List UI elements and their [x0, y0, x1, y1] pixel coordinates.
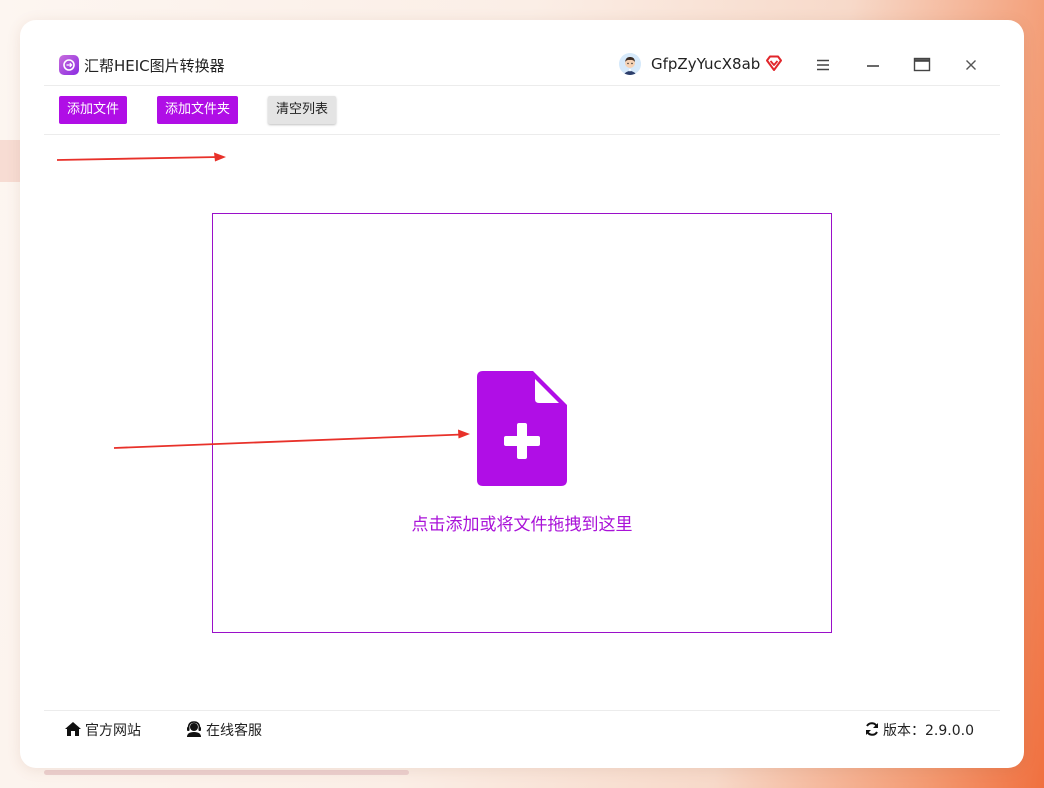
home-icon — [65, 722, 81, 736]
version-label: 版本：2.9.0.0 — [883, 723, 974, 739]
official-website-label: 官方网站 — [85, 723, 141, 739]
annotation-arrow-line — [113, 433, 463, 449]
footer-bar: 官方网站 在线客服 版本：2.9.0.0 — [44, 710, 1000, 745]
annotation-arrow-line — [56, 156, 220, 161]
annotation-arrow-head — [214, 152, 226, 162]
version-info: 版本：2.9.0.0 — [864, 720, 974, 740]
annotation-arrows — [56, 152, 470, 449]
refresh-icon — [866, 722, 879, 736]
app-window: 汇帮HEIC图片转换器 GfpZyYucX8ab 添加文件 添加文件夹 清空列表… — [44, 44, 1000, 744]
headset-icon — [187, 721, 201, 737]
online-support-label: 在线客服 — [206, 723, 262, 739]
annotation-arrow-head — [458, 429, 470, 439]
background-strip — [44, 770, 409, 775]
